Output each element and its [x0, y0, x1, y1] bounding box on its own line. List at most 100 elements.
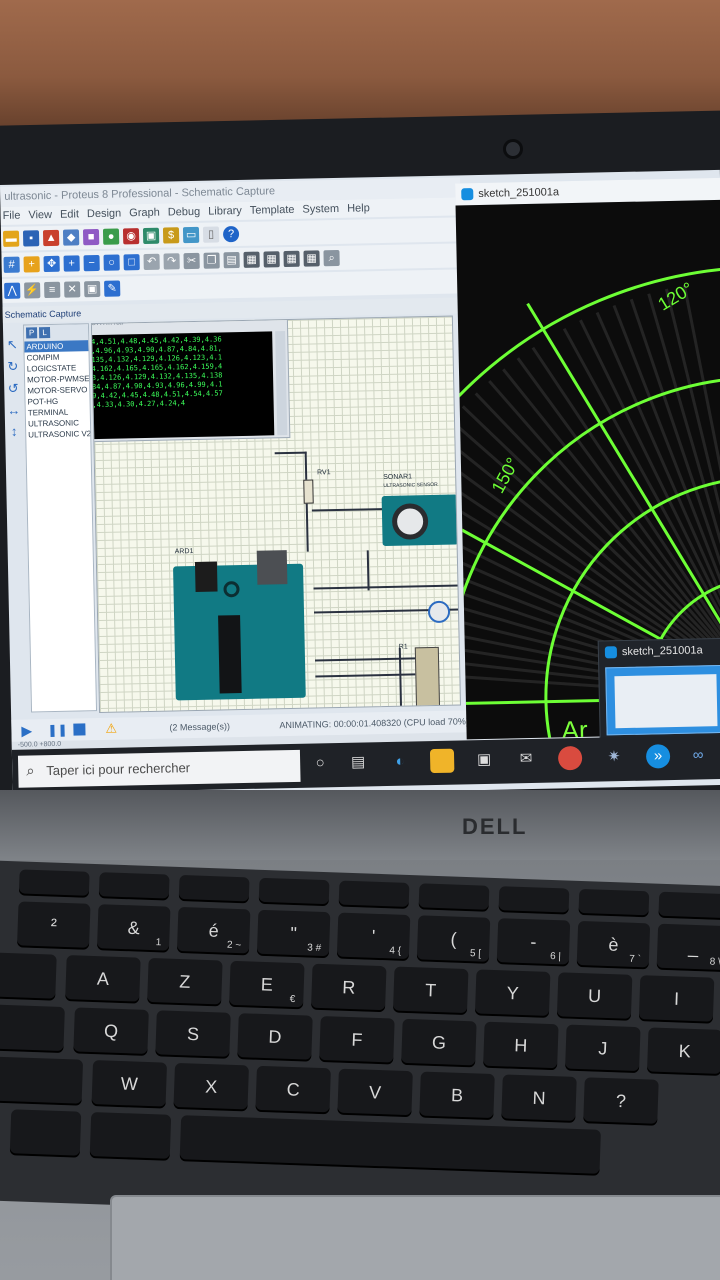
key-w[interactable]: W — [91, 1060, 168, 1109]
store-icon[interactable]: ▣ — [472, 748, 496, 772]
schematic-canvas[interactable]: RV1 SONAR1 ULTRASONIC SENSOR ARD1 R1 Vir… — [90, 315, 462, 714]
play-icon[interactable]: ▶ — [21, 722, 32, 739]
key-3[interactable]: " 3 # — [256, 909, 331, 959]
caps-lock-key[interactable] — [0, 1003, 65, 1054]
key-0[interactable]: ² — [16, 901, 91, 950]
design-explorer-icon[interactable]: ▣ — [142, 227, 160, 245]
function-key[interactable] — [338, 880, 410, 909]
function-key[interactable] — [658, 891, 720, 921]
menu-help[interactable]: Help — [347, 199, 370, 217]
terminal-scrollbar[interactable] — [275, 331, 288, 436]
key-v[interactable]: V — [337, 1068, 413, 1118]
function-key[interactable] — [418, 883, 490, 912]
copy-icon[interactable]: ❐ — [203, 252, 220, 269]
pick-devices-button[interactable]: P — [25, 327, 38, 339]
key-h[interactable]: H — [483, 1021, 559, 1071]
chrome-icon[interactable] — [557, 745, 583, 771]
property-assign-icon[interactable]: ≡ — [44, 281, 61, 299]
menu-graph[interactable]: Graph — [129, 204, 160, 223]
pcb-icon[interactable]: ■ — [82, 228, 100, 246]
tab-key[interactable] — [0, 951, 57, 1001]
redo-icon[interactable]: ↷ — [163, 253, 180, 270]
key-4[interactable]: ' 4 { — [336, 912, 411, 962]
key-e[interactable]: E € — [229, 960, 305, 1010]
rotate-ccw-icon[interactable]: ↺ — [8, 381, 19, 397]
help-icon[interactable]: ? — [222, 226, 240, 243]
function-key[interactable] — [258, 877, 330, 907]
key-k[interactable]: K — [646, 1027, 720, 1076]
source-code-icon[interactable]: ▭ — [182, 226, 200, 244]
key-g[interactable]: G — [401, 1018, 477, 1068]
key-t[interactable]: T — [392, 966, 469, 1016]
key-c[interactable]: C — [255, 1065, 331, 1115]
key-6[interactable]: -6 | — [496, 918, 571, 967]
open-folder-icon[interactable]: ▬ — [2, 230, 20, 247]
shift-key[interactable] — [0, 1055, 84, 1106]
search-part-icon[interactable]: ⌕ — [323, 249, 340, 267]
origin-icon[interactable]: + — [23, 256, 40, 273]
function-key[interactable] — [178, 874, 250, 904]
gerber-icon[interactable]: ◉ — [122, 228, 140, 245]
block-copy-icon[interactable]: ▦ — [243, 251, 260, 268]
task-view-icon[interactable]: ○ — [308, 751, 332, 775]
import-icon[interactable]: ▲ — [42, 229, 60, 247]
block-delete-icon[interactable]: ▦ — [303, 250, 320, 267]
ultrasonic-sensor[interactable] — [381, 494, 459, 547]
zoom-area-icon[interactable]: □ — [123, 254, 140, 271]
flip-horizontal-icon[interactable]: ↔ — [7, 403, 20, 418]
paste-icon[interactable]: ▤ — [223, 251, 240, 269]
key-j[interactable]: J — [565, 1024, 641, 1074]
grid-icon[interactable]: # — [3, 256, 20, 273]
serial-connector[interactable] — [414, 646, 441, 708]
undo-icon[interactable]: ↶ — [143, 253, 160, 271]
bom-icon[interactable]: $ — [162, 227, 180, 244]
mail-icon[interactable]: ✉ — [514, 747, 538, 771]
processing-taskbar-icon[interactable]: ∞ — [686, 743, 710, 767]
key-a[interactable]: A — [65, 955, 141, 1004]
key-d[interactable]: D — [237, 1013, 313, 1062]
key-y[interactable]: Y — [474, 969, 551, 1018]
stop-icon[interactable] — [73, 723, 86, 736]
key-7[interactable]: è 7 ` — [576, 920, 651, 970]
key-question[interactable]: ? — [583, 1077, 659, 1126]
widgets-icon[interactable]: ▤ — [346, 750, 370, 774]
component-item[interactable]: MOTOR-SERVO — [25, 384, 89, 396]
netlist-icon[interactable]: ✕ — [64, 281, 81, 298]
block-rotate-icon[interactable]: ▦ — [283, 250, 300, 268]
key-f[interactable]: F — [319, 1015, 395, 1065]
key-r[interactable]: R — [310, 963, 387, 1013]
key-s[interactable]: S — [155, 1010, 231, 1059]
key-b[interactable]: B — [419, 1071, 495, 1121]
cut-icon[interactable]: ✂ — [183, 252, 200, 270]
block-move-icon[interactable]: ▦ — [263, 251, 280, 268]
warning-icon[interactable]: ⚠ — [105, 721, 117, 737]
windows-key[interactable] — [9, 1109, 82, 1158]
menu-debug[interactable]: Debug — [168, 203, 201, 222]
file-explorer-icon[interactable] — [429, 748, 455, 774]
edge-icon[interactable]: ◐ — [388, 749, 412, 773]
arduino-board[interactable] — [173, 550, 306, 701]
zoom-in-icon[interactable]: + — [63, 255, 80, 272]
menu-view[interactable]: View — [28, 206, 52, 224]
function-key[interactable] — [18, 869, 90, 898]
potentiometer-rv1[interactable] — [303, 479, 314, 504]
library-manager-button[interactable]: L — [38, 326, 51, 339]
zoom-all-icon[interactable]: ○ — [103, 254, 120, 271]
menu-system[interactable]: System — [302, 200, 339, 219]
function-key[interactable] — [578, 888, 650, 918]
key-z[interactable]: Z — [147, 957, 223, 1007]
arduino-icon[interactable]: » — [645, 744, 671, 769]
virtual-terminal-window[interactable]: Virtual Terminal 4.57,4.54,4.51,4.48,4.4… — [90, 315, 291, 444]
taskbar-search-box[interactable]: ⌕ Taper ici pour rechercher — [17, 749, 301, 788]
pan-icon[interactable]: ✥ — [43, 255, 60, 273]
key-x[interactable]: X — [173, 1062, 249, 1112]
space-bar[interactable] — [179, 1115, 601, 1176]
menu-edit[interactable]: Edit — [60, 205, 79, 223]
trackpad[interactable] — [110, 1195, 720, 1280]
rotate-cw-icon[interactable]: ↻ — [7, 359, 18, 375]
key-8[interactable]: _ 8 \ — [656, 923, 720, 973]
document-icon[interactable]: ▯ — [202, 226, 220, 243]
select-mode-icon[interactable]: ↖ — [7, 337, 18, 353]
key-1[interactable]: & 1 — [96, 904, 171, 953]
taskbar-thumbnail-preview[interactable]: sketch_251001a — [597, 637, 720, 751]
